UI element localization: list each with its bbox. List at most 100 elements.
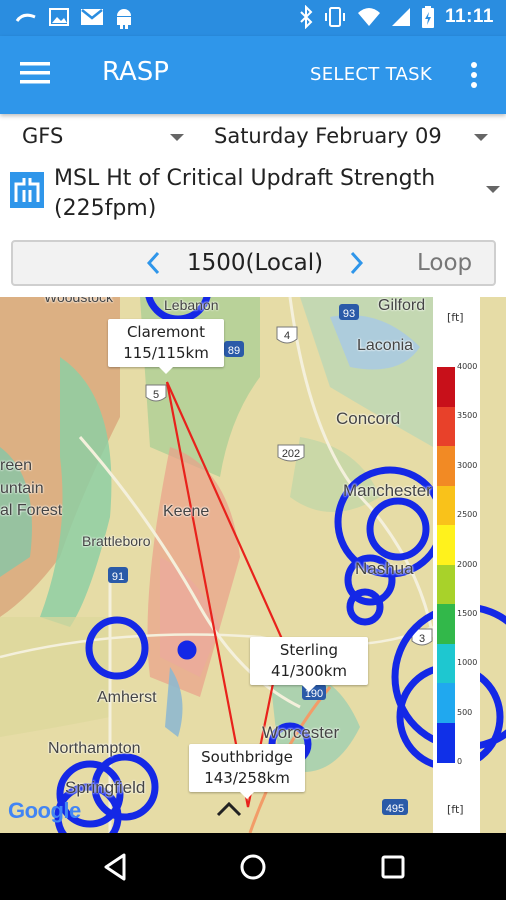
map-town-label: Keene	[163, 503, 210, 520]
time-bar: 1500(Local) Loop	[11, 240, 496, 286]
legend-band	[437, 604, 455, 644]
navigation-bar	[0, 833, 506, 900]
map-town-label: reen	[0, 457, 33, 474]
chevron-down-icon	[474, 134, 488, 141]
waypoint-name: Sterling	[279, 641, 339, 659]
legend-band	[437, 525, 455, 565]
map-town-label: Brattleboro	[82, 533, 151, 549]
app-title: RASP	[102, 57, 169, 87]
signal-icon	[392, 8, 410, 26]
svg-text:4: 4	[284, 330, 290, 342]
recents-icon[interactable]	[377, 851, 409, 883]
loop-button[interactable]: Loop	[417, 250, 472, 276]
date-dropdown[interactable]: Saturday February 09	[214, 124, 494, 154]
cast-icon	[15, 13, 36, 22]
home-icon[interactable]	[237, 851, 269, 883]
clock: 11:11	[445, 6, 494, 27]
app-bar: RASP SELECT TASK	[0, 36, 506, 114]
chevron-up-icon[interactable]	[212, 798, 246, 820]
legend-tick: 1000	[457, 658, 478, 668]
highway-shield-202: 202	[277, 444, 305, 462]
map-town-label: Springfield	[65, 778, 146, 797]
waypoint-sterling[interactable]: Sterling 41/300km	[250, 637, 368, 692]
waypoint-name: Southbridge	[201, 748, 293, 766]
model-value: GFS	[22, 124, 64, 148]
legend-band	[437, 446, 455, 486]
legend-tick: 2000	[457, 559, 478, 569]
legend-tick: 3500	[457, 411, 478, 421]
svg-text:202: 202	[282, 448, 300, 460]
parameter-dropdown[interactable]: MSL Ht of Critical Updraft Strength (225…	[10, 164, 504, 228]
map-view[interactable]: 93 89 4 5 202 91 3 190 395 495	[0, 297, 506, 833]
map-town-label: al Forest	[0, 502, 63, 519]
overflow-menu-icon[interactable]	[462, 58, 486, 94]
map-town-label: Manchester	[343, 481, 432, 500]
highway-shield-5: 5	[145, 384, 167, 402]
time-value: 1500(Local)	[187, 250, 324, 276]
legend-band	[437, 683, 455, 723]
vibrate-icon	[325, 7, 345, 27]
back-icon[interactable]	[100, 851, 132, 883]
map-town-label: Laconia	[357, 337, 414, 354]
legend-band	[437, 643, 455, 684]
svg-text:93: 93	[343, 308, 355, 320]
waypoint-distance: 143/258km	[204, 769, 290, 787]
legend-tick: 3000	[457, 460, 478, 470]
legend-tick: 2500	[457, 510, 478, 520]
svg-text:3: 3	[419, 633, 425, 645]
legend-tick: 500	[457, 707, 473, 717]
status-bar: 11:11	[0, 0, 506, 36]
color-legend: [ft] 4000 3500 3000 2500 2000 1500 1000 500 0 [f…	[433, 297, 480, 833]
image-icon	[49, 8, 69, 26]
map-town-label: Gilford	[378, 297, 426, 314]
select-task-button[interactable]: SELECT TASK	[310, 64, 432, 85]
parameter-value: MSL Ht of Critical Updraft Strength (225…	[54, 166, 436, 221]
model-dropdown[interactable]: GFS	[22, 124, 192, 154]
legend-band	[437, 406, 455, 447]
legend-unit-top: [ft]	[447, 311, 464, 324]
waypoint-distance: 115/115km	[123, 344, 209, 362]
wifi-icon	[358, 8, 380, 26]
map-town-label: Worcester	[262, 723, 340, 742]
highway-shield-91: 91	[108, 567, 128, 583]
map-town-label: Northampton	[48, 740, 141, 757]
legend-band	[437, 485, 455, 526]
legend-tick: 0	[457, 757, 463, 766]
google-attribution-logo: Google	[8, 798, 81, 823]
waypoint-distance: 41/300km	[270, 662, 348, 680]
legend-band	[437, 367, 455, 407]
battery-icon	[422, 6, 434, 28]
legend-tick: 1500	[457, 608, 478, 618]
highway-shield-495: 495	[382, 799, 408, 815]
legend-band	[437, 564, 455, 605]
map-town-label: Lebanon	[164, 297, 219, 313]
map-town-label: Nashua	[355, 559, 414, 578]
map-town-label: Woodstock	[44, 297, 113, 305]
android-icon	[117, 9, 131, 29]
chevron-down-icon	[170, 134, 184, 141]
waypoint-claremont[interactable]: Claremont 115/115km	[108, 319, 224, 374]
map-town-label: untain	[0, 480, 44, 497]
chevron-down-icon	[486, 186, 500, 193]
legend-tick: 4000	[457, 362, 478, 371]
svg-text:495: 495	[386, 803, 404, 815]
waypoint-southbridge[interactable]: Southbridge 143/258km	[189, 744, 305, 799]
chevron-left-icon[interactable]	[143, 250, 165, 276]
svg-text:91: 91	[112, 571, 124, 583]
legend-band	[437, 722, 455, 763]
menu-icon[interactable]	[20, 60, 60, 90]
chevron-right-icon[interactable]	[345, 250, 367, 276]
map-town-label: Amherst	[97, 689, 157, 706]
parameter-icon	[10, 172, 44, 208]
highway-shield-93: 93	[339, 304, 359, 320]
svg-text:5: 5	[153, 389, 159, 401]
gmail-icon	[81, 9, 103, 25]
date-value: Saturday February 09	[214, 124, 442, 148]
waypoint-name: Claremont	[126, 323, 206, 341]
map-town-label: Concord	[336, 409, 401, 428]
legend-unit-bottom: [ft]	[447, 803, 464, 816]
bluetooth-icon	[300, 5, 313, 29]
highway-shield-89: 89	[224, 341, 244, 357]
svg-text:89: 89	[228, 345, 240, 357]
highway-shield-4: 4	[276, 326, 298, 344]
